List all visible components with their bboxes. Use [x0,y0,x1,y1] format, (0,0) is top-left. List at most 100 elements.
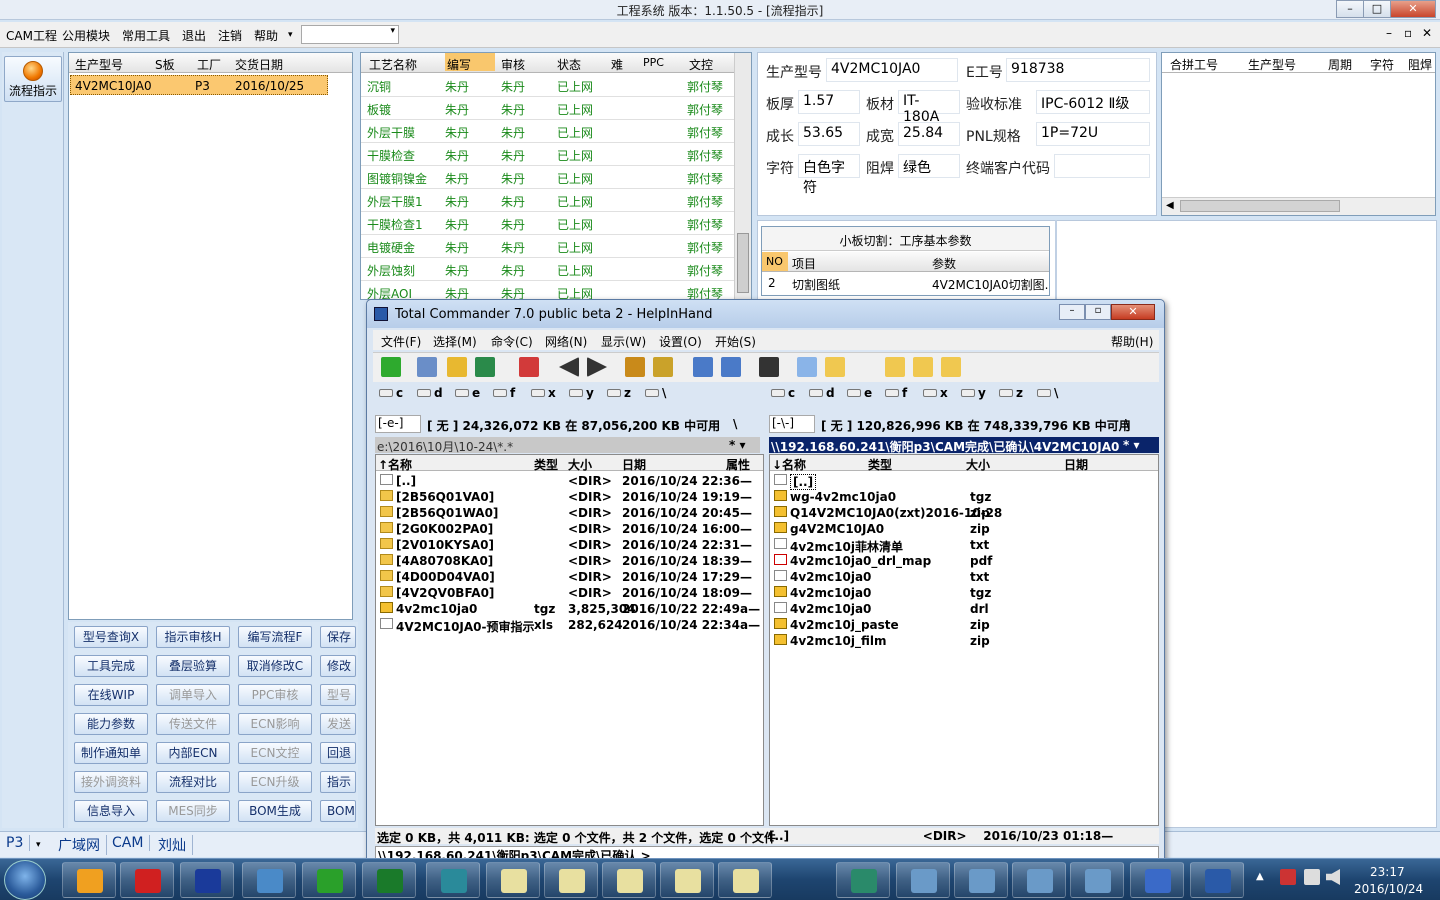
tc-close-button[interactable]: ✕ [1111,304,1155,320]
drive-button-f[interactable]: f [493,386,515,400]
refresh-icon[interactable] [381,357,401,377]
function-button[interactable]: 取消修改C [238,655,312,677]
function-button[interactable]: BOM生成 [238,800,312,822]
drive-button-d[interactable]: d [809,386,835,400]
scroll-left-icon[interactable]: ◀ [1166,200,1174,211]
forward-icon[interactable] [587,357,607,377]
file-row[interactable]: 4v2mc10j菲林清单 txt [770,537,1158,554]
taskbar-notepad-icon[interactable] [242,862,296,898]
tc-menu-select[interactable]: 选择(M) [433,333,477,350]
file-row[interactable]: [4V2QV0BFA0] <DIR> 2016/10/24 18:09— [376,585,763,601]
tab-user[interactable]: 刘灿 [158,835,193,855]
taskbar-app-icon[interactable] [120,862,174,898]
file-row[interactable]: [4D00D04VA0] <DIR> 2016/10/24 17:29— [376,569,763,585]
file-row[interactable]: [..] <DIR> 2016/10/24 22:36— [376,473,763,489]
drive-button-x[interactable]: x [531,386,556,400]
chevron-down-icon[interactable]: ▾ [36,840,41,850]
function-button[interactable]: 型号上 [320,684,356,706]
find-icon[interactable] [759,357,779,377]
table-row[interactable]: 沉铜 朱丹 朱丹 已上网 郭付琴 [361,74,734,97]
function-button[interactable]: ECN升级 [238,771,312,793]
tab-p3[interactable]: P3 [6,835,31,851]
col-date[interactable]: 日期 [1064,456,1088,473]
function-button[interactable]: 保存信 [320,626,356,648]
drive-button-x[interactable]: x [923,386,948,400]
file-row[interactable]: [2B56Q01VA0] <DIR> 2016/10/24 19:19— [376,489,763,505]
thumbnail-icon[interactable] [475,357,495,377]
col-param[interactable]: 参数 [932,255,956,272]
right-root-button[interactable]: \ [1125,417,1129,431]
drive-button-z[interactable]: z [607,386,631,400]
function-button[interactable]: 制作通知单 [74,742,148,764]
volume-icon[interactable] [1326,869,1340,885]
maximize-button[interactable]: □ [1363,0,1391,18]
file-row[interactable]: 4v2mc10ja0 txt [770,569,1158,585]
field-soldermask[interactable]: 绿色 [898,154,960,178]
unpack-icon[interactable] [653,357,673,377]
col-delivery-date[interactable]: 交货日期 [235,56,283,73]
flag-icon[interactable] [1280,869,1296,885]
taskbar-app-icon[interactable] [1130,862,1184,898]
col-type[interactable]: 类型 [534,456,558,473]
table-row[interactable]: 4V2MC10JA0 P3 2016/10/25 [70,75,328,95]
folder-icon[interactable] [913,357,933,377]
table-row[interactable]: 外层AOI 朱丹 朱丹 已上网 郭付琴 [361,281,734,299]
drive-button-z[interactable]: z [999,386,1023,400]
file-row[interactable]: 4v2mc10ja0 tgz [770,585,1158,601]
col-s-board[interactable]: S板 [155,56,175,73]
function-button[interactable]: 能力参数 [74,713,148,735]
function-button[interactable]: MES同步 [156,800,230,822]
url-icon[interactable] [721,357,741,377]
function-button[interactable]: 回退审 [320,742,356,764]
merge-scrollbar[interactable]: ◀ [1162,197,1435,215]
table-row[interactable]: 外层干膜1 朱丹 朱丹 已上网 郭付琴 [361,189,734,212]
field-material[interactable]: IT-180A [898,90,960,125]
function-button[interactable]: 流程对比 [156,771,230,793]
tc-menu-settings[interactable]: 设置(O) [659,333,702,350]
function-button[interactable]: 发送指 [320,713,356,735]
col-doc-control[interactable]: 文控 [689,56,713,73]
function-button[interactable]: 调单导入 [156,684,230,706]
function-button[interactable]: 传送文件 [156,713,230,735]
col-name[interactable]: ↓名称 [772,456,806,473]
clock-date[interactable]: 2016/10/24 [1354,882,1423,896]
tc-menu-network[interactable]: 网络(N) [545,333,587,350]
file-row[interactable]: [2B56Q01WA0] <DIR> 2016/10/24 20:45— [376,505,763,521]
file-row[interactable]: [2V010KYSA0] <DIR> 2016/10/24 22:31— [376,537,763,553]
taskbar-window-icon[interactable] [1012,862,1066,898]
taskbar-app-icon[interactable] [302,862,356,898]
function-button[interactable]: PPC审核 [238,684,312,706]
file-row[interactable]: 4v2mc10ja0 tgz 3,825,304 2016/10/22 22:49 a— [376,601,763,617]
right-drive-select[interactable]: [-\-] [769,415,815,433]
col-mask[interactable]: 阻焊 [1408,56,1432,73]
field-prod-model[interactable]: 4V2MC10JA0 [826,58,958,82]
file-row[interactable]: 4v2mc10j_film zip [770,633,1158,649]
mdi-restore-icon[interactable]: ▫ [1404,26,1412,40]
col-ppc[interactable]: PPC [643,56,664,69]
taskbar-window-icon[interactable] [660,862,714,898]
col-factory[interactable]: 工厂 [197,56,221,73]
scroll-thumb[interactable] [737,233,749,293]
tab-cam[interactable]: CAM [112,835,151,851]
folder-icon[interactable] [825,357,845,377]
pack-icon[interactable] [625,357,645,377]
field-length[interactable]: 53.65 [798,122,860,146]
col-difficulty[interactable]: 难 [611,56,623,73]
process-scrollbar[interactable] [734,53,751,299]
taskbar-save-icon[interactable] [180,862,234,898]
mdi-close-icon[interactable]: ✕ [1422,26,1432,40]
field-char[interactable]: 白色字符 [798,154,860,196]
menu-cam[interactable]: CAM工程 [6,27,57,44]
tray-expand-icon[interactable]: ▲ [1256,871,1264,882]
minimize-button[interactable]: – [1336,0,1364,18]
taskbar-window-icon[interactable] [544,862,598,898]
history-icon[interactable]: * ▾ [729,438,745,452]
menu-help[interactable]: 帮助 [254,27,278,44]
tc-menu-view[interactable]: 显示(W) [601,333,646,350]
function-button[interactable]: ECN文控 [238,742,312,764]
function-button[interactable]: 指示核 [320,771,356,793]
tc-maximize-button[interactable]: ▫ [1085,304,1111,320]
col-review[interactable]: 审核 [501,56,525,73]
drive-button-d[interactable]: d [417,386,443,400]
function-button[interactable]: 信息导入 [74,800,148,822]
